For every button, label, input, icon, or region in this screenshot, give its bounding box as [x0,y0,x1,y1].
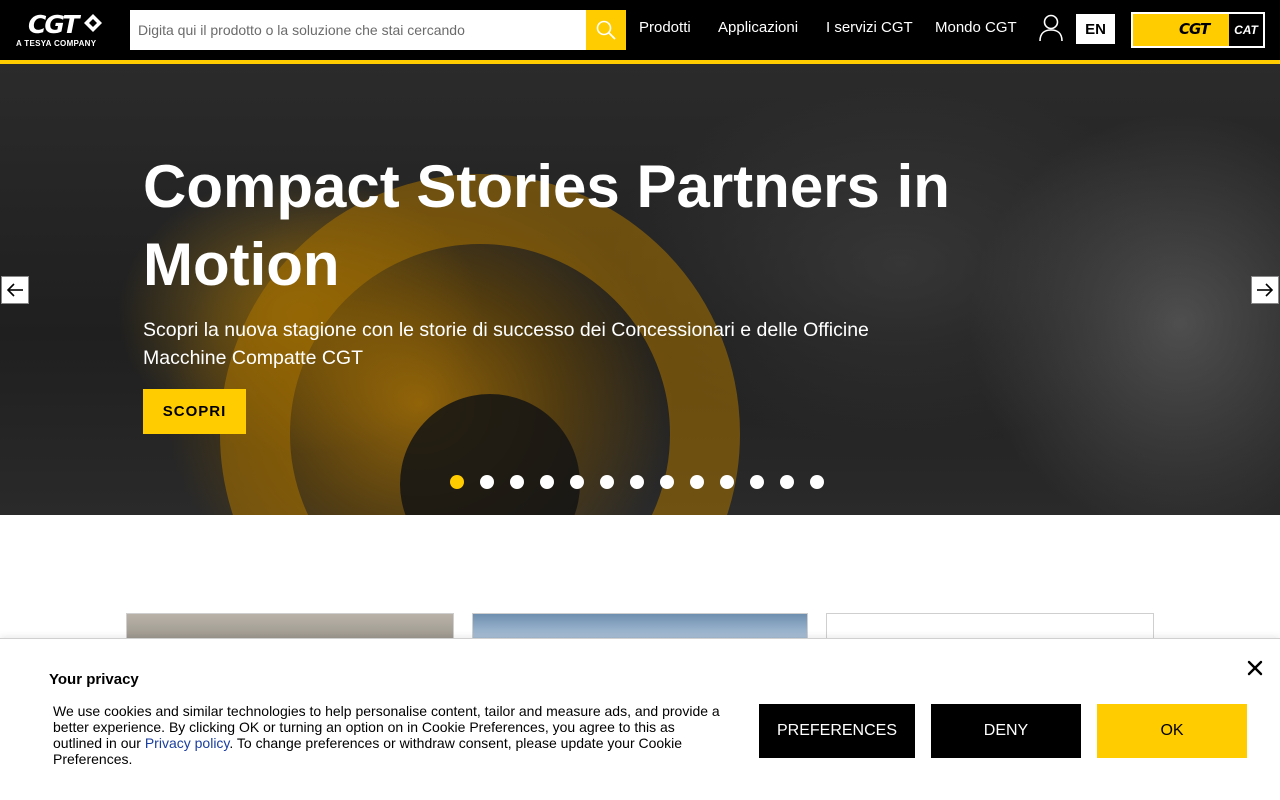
cookie-preferences-button[interactable]: PREFERENCES [759,704,915,758]
carousel-dot[interactable] [570,475,584,489]
hero-subtitle: Scopri la nuova stagione con le storie d… [143,319,869,369]
carousel-dot[interactable] [690,475,704,489]
privacy-policy-link[interactable]: Privacy policy [145,735,230,751]
nav-applicazioni[interactable]: Applicazioni [718,19,798,36]
hero-title: Compact Stories Partners in Motion [143,153,950,298]
search-input[interactable] [130,10,586,50]
cat-logo: CAT [1229,14,1263,46]
partner-cgt-wordmark: CGT [1179,20,1210,38]
carousel-dot[interactable] [660,475,674,489]
hero-cta-button[interactable]: SCOPRI [143,389,246,434]
cgt-cat-partner-logo[interactable]: CGT CAT [1131,12,1265,48]
user-icon[interactable] [1038,14,1064,42]
cookie-title: Your privacy [49,671,139,688]
cookie-ok-button[interactable]: OK [1097,704,1247,758]
carousel-next-button[interactable] [1251,276,1279,304]
carousel-dot[interactable] [540,475,554,489]
cookie-text: We use cookies and similar technologies … [53,703,723,767]
arrow-right-icon [1257,283,1274,297]
carousel-dot[interactable] [510,475,524,489]
carousel-dot[interactable] [630,475,644,489]
logo-wordmark: CGT [28,10,80,39]
carousel-dot[interactable] [450,475,464,489]
carousel-prev-button[interactable] [1,276,29,304]
cookie-banner: Your privacy We use cookies and similar … [0,638,1280,800]
language-button[interactable]: EN [1076,14,1115,44]
carousel-dot[interactable] [720,475,734,489]
logo-tagline: A TESYA COMPANY [16,39,97,48]
arrow-left-icon [6,283,23,297]
nav-servizi-cgt[interactable]: I servizi CGT [826,19,913,36]
carousel-dot[interactable] [780,475,794,489]
logo-diamond-icon [84,14,102,32]
carousel-dot[interactable] [750,475,764,489]
carousel-dot[interactable] [810,475,824,489]
search-icon [596,20,616,40]
site-header: CGT A TESYA COMPANY Prodotti Applicazion… [0,0,1280,60]
cookie-deny-button[interactable]: DENY [931,704,1081,758]
nav-prodotti[interactable]: Prodotti [639,19,691,36]
cgt-logo[interactable]: CGT A TESYA COMPANY [14,10,116,50]
carousel-dot[interactable] [600,475,614,489]
carousel-dot[interactable] [480,475,494,489]
hero-carousel: Compact Stories Partners in Motion Scopr… [0,64,1280,515]
close-icon[interactable] [1244,657,1266,679]
nav-mondo-cgt[interactable]: Mondo CGT [935,19,1017,36]
search-button[interactable] [586,10,626,50]
